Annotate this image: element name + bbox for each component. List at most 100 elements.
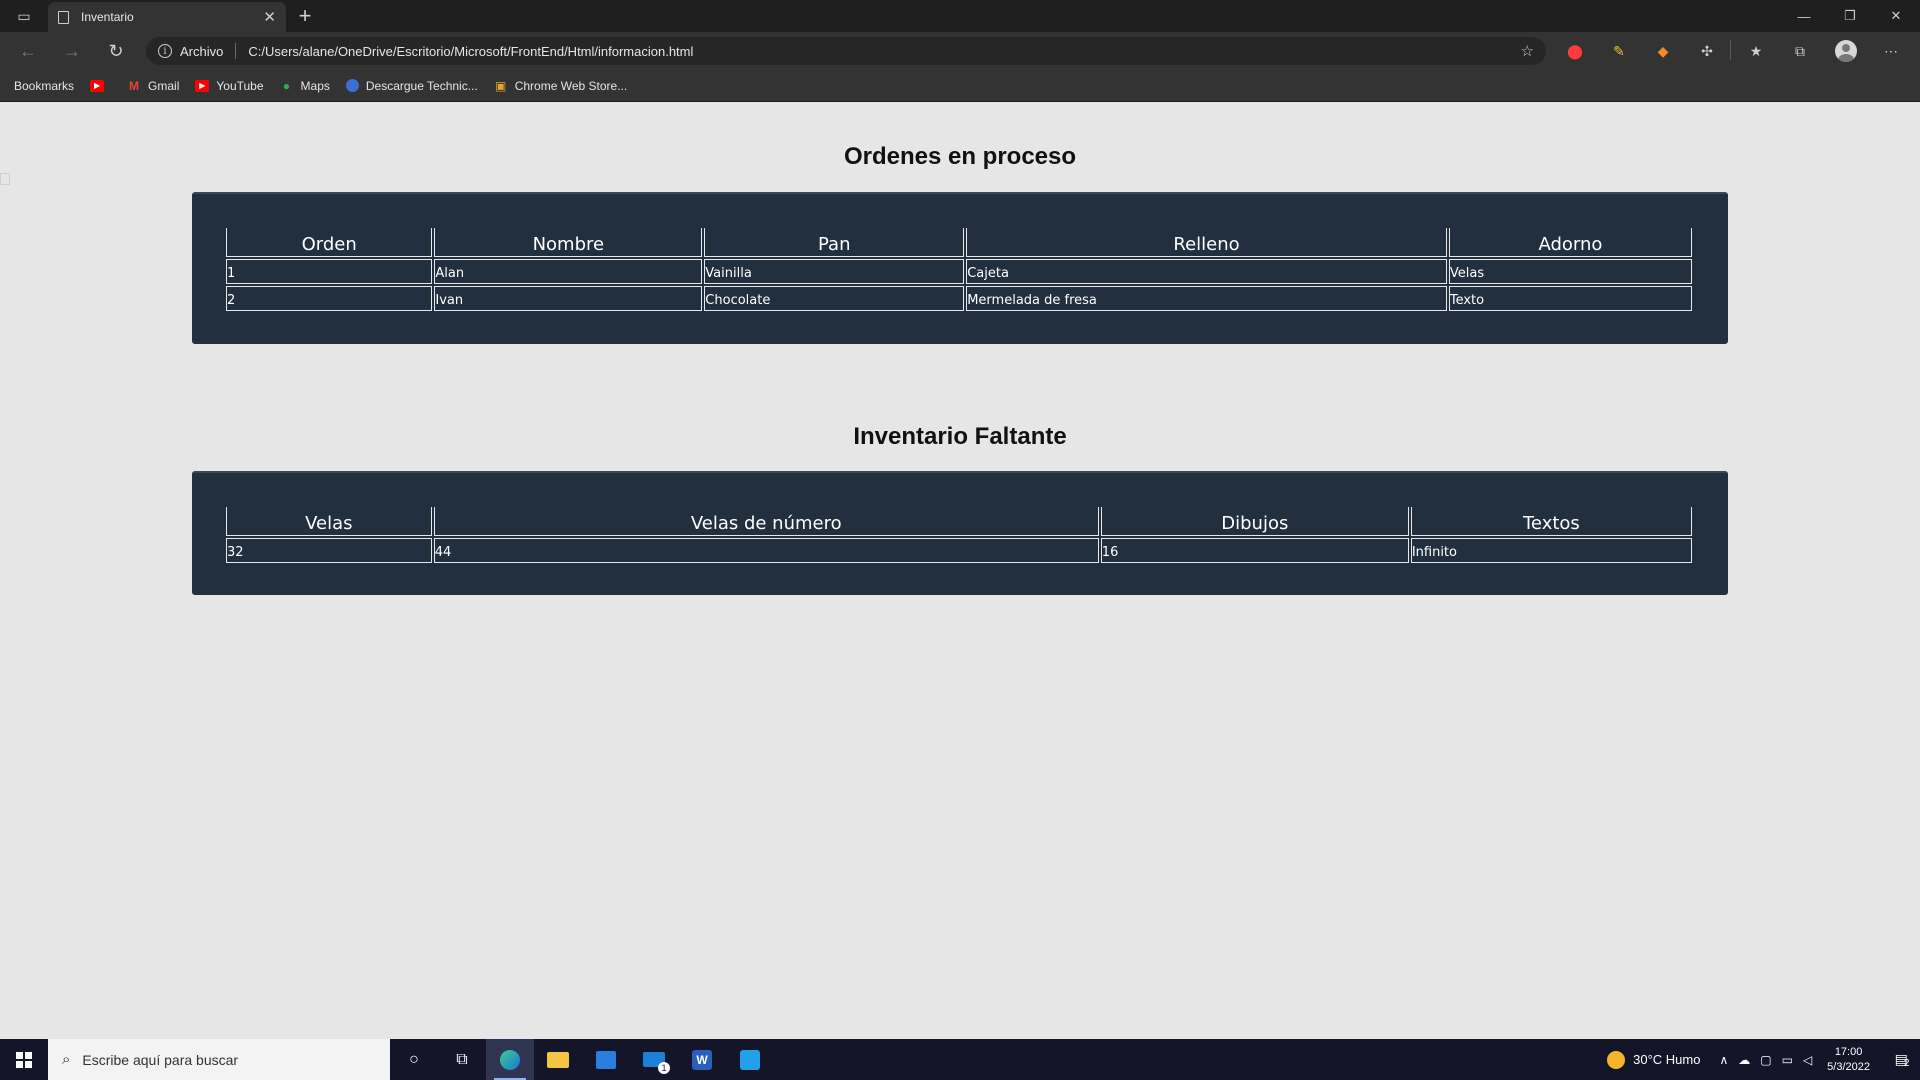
table-cell: Infinito xyxy=(1410,538,1692,563)
table-cell: 2 xyxy=(226,286,433,311)
bookmark-gmail[interactable]: M Gmail xyxy=(127,79,179,93)
web-store-icon: ▣ xyxy=(495,78,507,93)
omnibox[interactable]: i Archivo C:/Users/alane/OneDrive/Escrit… xyxy=(146,37,1546,65)
bookmark-youtube-red[interactable]: ▶ xyxy=(90,79,111,92)
column-header: Velas xyxy=(226,507,432,536)
search-icon: ⌕ xyxy=(62,1051,71,1068)
table-cell: Chocolate xyxy=(704,286,965,311)
taskbar-store[interactable] xyxy=(582,1039,630,1080)
orders-header-row: Orden Nombre Pan Relleno Adorno xyxy=(226,228,1692,257)
taskbar-vscode[interactable] xyxy=(726,1039,774,1080)
url-text[interactable]: C:/Users/alane/OneDrive/Escritorio/Micro… xyxy=(248,44,693,59)
new-tab-button[interactable]: + xyxy=(290,0,320,32)
forward-button[interactable]: → xyxy=(54,32,90,70)
meet-icon[interactable]: ▢ xyxy=(1760,1053,1771,1067)
omnibox-separator xyxy=(235,43,237,59)
windows-logo-icon xyxy=(16,1051,32,1068)
back-button[interactable]: ← xyxy=(10,32,46,70)
extensions-icon[interactable]: ✣ xyxy=(1696,41,1718,61)
taskbar-search[interactable]: ⌕ Escribe aquí para buscar xyxy=(48,1039,390,1080)
reload-button[interactable]: ↻ xyxy=(98,32,134,70)
close-window-button[interactable]: ✕ xyxy=(1874,0,1918,32)
clock[interactable]: 17:00 5/3/2022 xyxy=(1827,1045,1870,1075)
collections-icon[interactable]: ⧉ xyxy=(1789,41,1811,61)
column-header: Pan xyxy=(704,228,965,257)
mail-badge: 1 xyxy=(658,1062,670,1074)
highlighter-extension-icon[interactable]: ✎ xyxy=(1608,41,1630,61)
more-menu-icon[interactable]: ⋯ xyxy=(1880,41,1902,61)
bookmark-bookmarks[interactable]: Bookmarks xyxy=(0,79,74,185)
toolbar-divider xyxy=(1730,40,1731,60)
minimize-button[interactable]: — xyxy=(1782,0,1826,32)
metamask-extension-icon[interactable]: ◆ xyxy=(1652,41,1674,61)
notifications-button[interactable]: ▤ 2 xyxy=(1884,1039,1920,1080)
inventory-panel: Velas Velas de número Dibujos Textos 32 … xyxy=(192,471,1728,595)
tab-inventario[interactable]: Inventario ✕ xyxy=(48,2,286,32)
column-header: Textos xyxy=(1410,507,1692,536)
onedrive-icon[interactable]: ☁ xyxy=(1738,1053,1750,1067)
task-view-icon[interactable]: ⧉ xyxy=(438,1039,486,1080)
tab-title: Inventario xyxy=(81,10,134,24)
column-header: Orden xyxy=(226,228,433,257)
bookmark-label: Chrome Web Store... xyxy=(514,78,628,93)
taskbar-edge[interactable] xyxy=(486,1039,534,1080)
omnibox-label: Archivo xyxy=(180,43,224,59)
gmail-icon: M xyxy=(129,78,140,93)
bookmark-label: Maps xyxy=(300,78,330,93)
table-cell: 1 xyxy=(226,259,433,284)
orders-title: Ordenes en proceso xyxy=(843,143,1077,170)
taskbar-mail[interactable]: 1 xyxy=(630,1039,678,1080)
table-cell: Velas xyxy=(1448,259,1692,284)
cortana-icon[interactable]: ○ xyxy=(390,1039,438,1080)
profile-avatar[interactable] xyxy=(1835,40,1857,62)
taskbar-file-explorer[interactable] xyxy=(534,1039,582,1080)
tab-close-icon[interactable]: ✕ xyxy=(263,8,276,26)
bookmark-chrome-web-store[interactable]: ▣ Chrome Web Store... xyxy=(494,78,628,93)
network-icon[interactable]: ▭ xyxy=(1782,1053,1793,1067)
youtube-icon: ▶ xyxy=(90,79,105,92)
word-icon: W xyxy=(692,1049,712,1070)
info-icon[interactable]: i xyxy=(158,44,172,58)
search-placeholder: Escribe aquí para buscar xyxy=(82,1051,239,1068)
bookmark-technic[interactable]: Descargue Technic... xyxy=(345,79,478,93)
column-header: Adorno xyxy=(1448,228,1692,257)
bookmark-youtube[interactable]: ▶ YouTube xyxy=(195,78,264,93)
weather-text[interactable]: 30°C Humo xyxy=(1633,1052,1700,1067)
page-content: Ordenes en proceso Orden Nombre Pan Rell… xyxy=(0,103,1920,1039)
clock-date: 5/3/2022 xyxy=(1827,1060,1870,1073)
table-cell: Mermelada de fresa xyxy=(966,286,1447,311)
taskbar-word[interactable]: W xyxy=(678,1039,726,1080)
store-icon xyxy=(596,1050,616,1069)
adblock-extension-icon[interactable]: ⬤ xyxy=(1564,41,1586,61)
weather-icon[interactable] xyxy=(1607,1050,1626,1069)
inventory-title: Inventario Faltante xyxy=(853,423,1067,450)
column-header: Velas de número xyxy=(433,507,1099,536)
restore-button[interactable]: ❐ xyxy=(1828,0,1872,32)
bookmark-maps[interactable]: ● Maps xyxy=(280,79,330,93)
bookmark-label: YouTube xyxy=(216,78,264,93)
table-cell: Cajeta xyxy=(966,259,1447,284)
favorites-icon[interactable]: ★ xyxy=(1745,41,1767,61)
orders-panel: Orden Nombre Pan Relleno Adorno 1 Alan V… xyxy=(192,192,1728,344)
table-row: 32 44 16 Infinito xyxy=(226,538,1692,563)
table-cell: Ivan xyxy=(434,286,703,311)
youtube-icon: ▶ xyxy=(195,79,210,92)
table-cell: Texto xyxy=(1448,286,1692,311)
table-row: 2 Ivan Chocolate Mermelada de fresa Text… xyxy=(226,286,1692,311)
table-cell: Alan xyxy=(434,259,703,284)
add-favorite-icon[interactable]: ☆ xyxy=(1521,42,1534,60)
chevron-up-icon[interactable]: ∧ xyxy=(1719,1053,1728,1067)
tab-actions-icon[interactable]: ▭ xyxy=(8,0,40,32)
page-icon xyxy=(58,10,69,24)
table-cell: 44 xyxy=(433,538,1099,563)
taskbar: ⌕ Escribe aquí para buscar ○ ⧉ 1 W 30°C … xyxy=(0,1039,1920,1080)
tab-bar: ▭ Inventario ✕ + — ❐ ✕ xyxy=(0,0,1920,32)
column-header: Dibujos xyxy=(1100,507,1409,536)
table-cell: Vainilla xyxy=(704,259,965,284)
maps-pin-icon: ● xyxy=(282,78,291,93)
start-button[interactable] xyxy=(0,1039,48,1080)
notification-count: 2 xyxy=(1903,1058,1910,1069)
address-bar: ← → ↻ i Archivo C:/Users/alane/OneDrive/… xyxy=(0,32,1920,70)
bookmark-label: Gmail xyxy=(148,78,180,93)
volume-icon[interactable]: ◁ xyxy=(1803,1053,1812,1067)
